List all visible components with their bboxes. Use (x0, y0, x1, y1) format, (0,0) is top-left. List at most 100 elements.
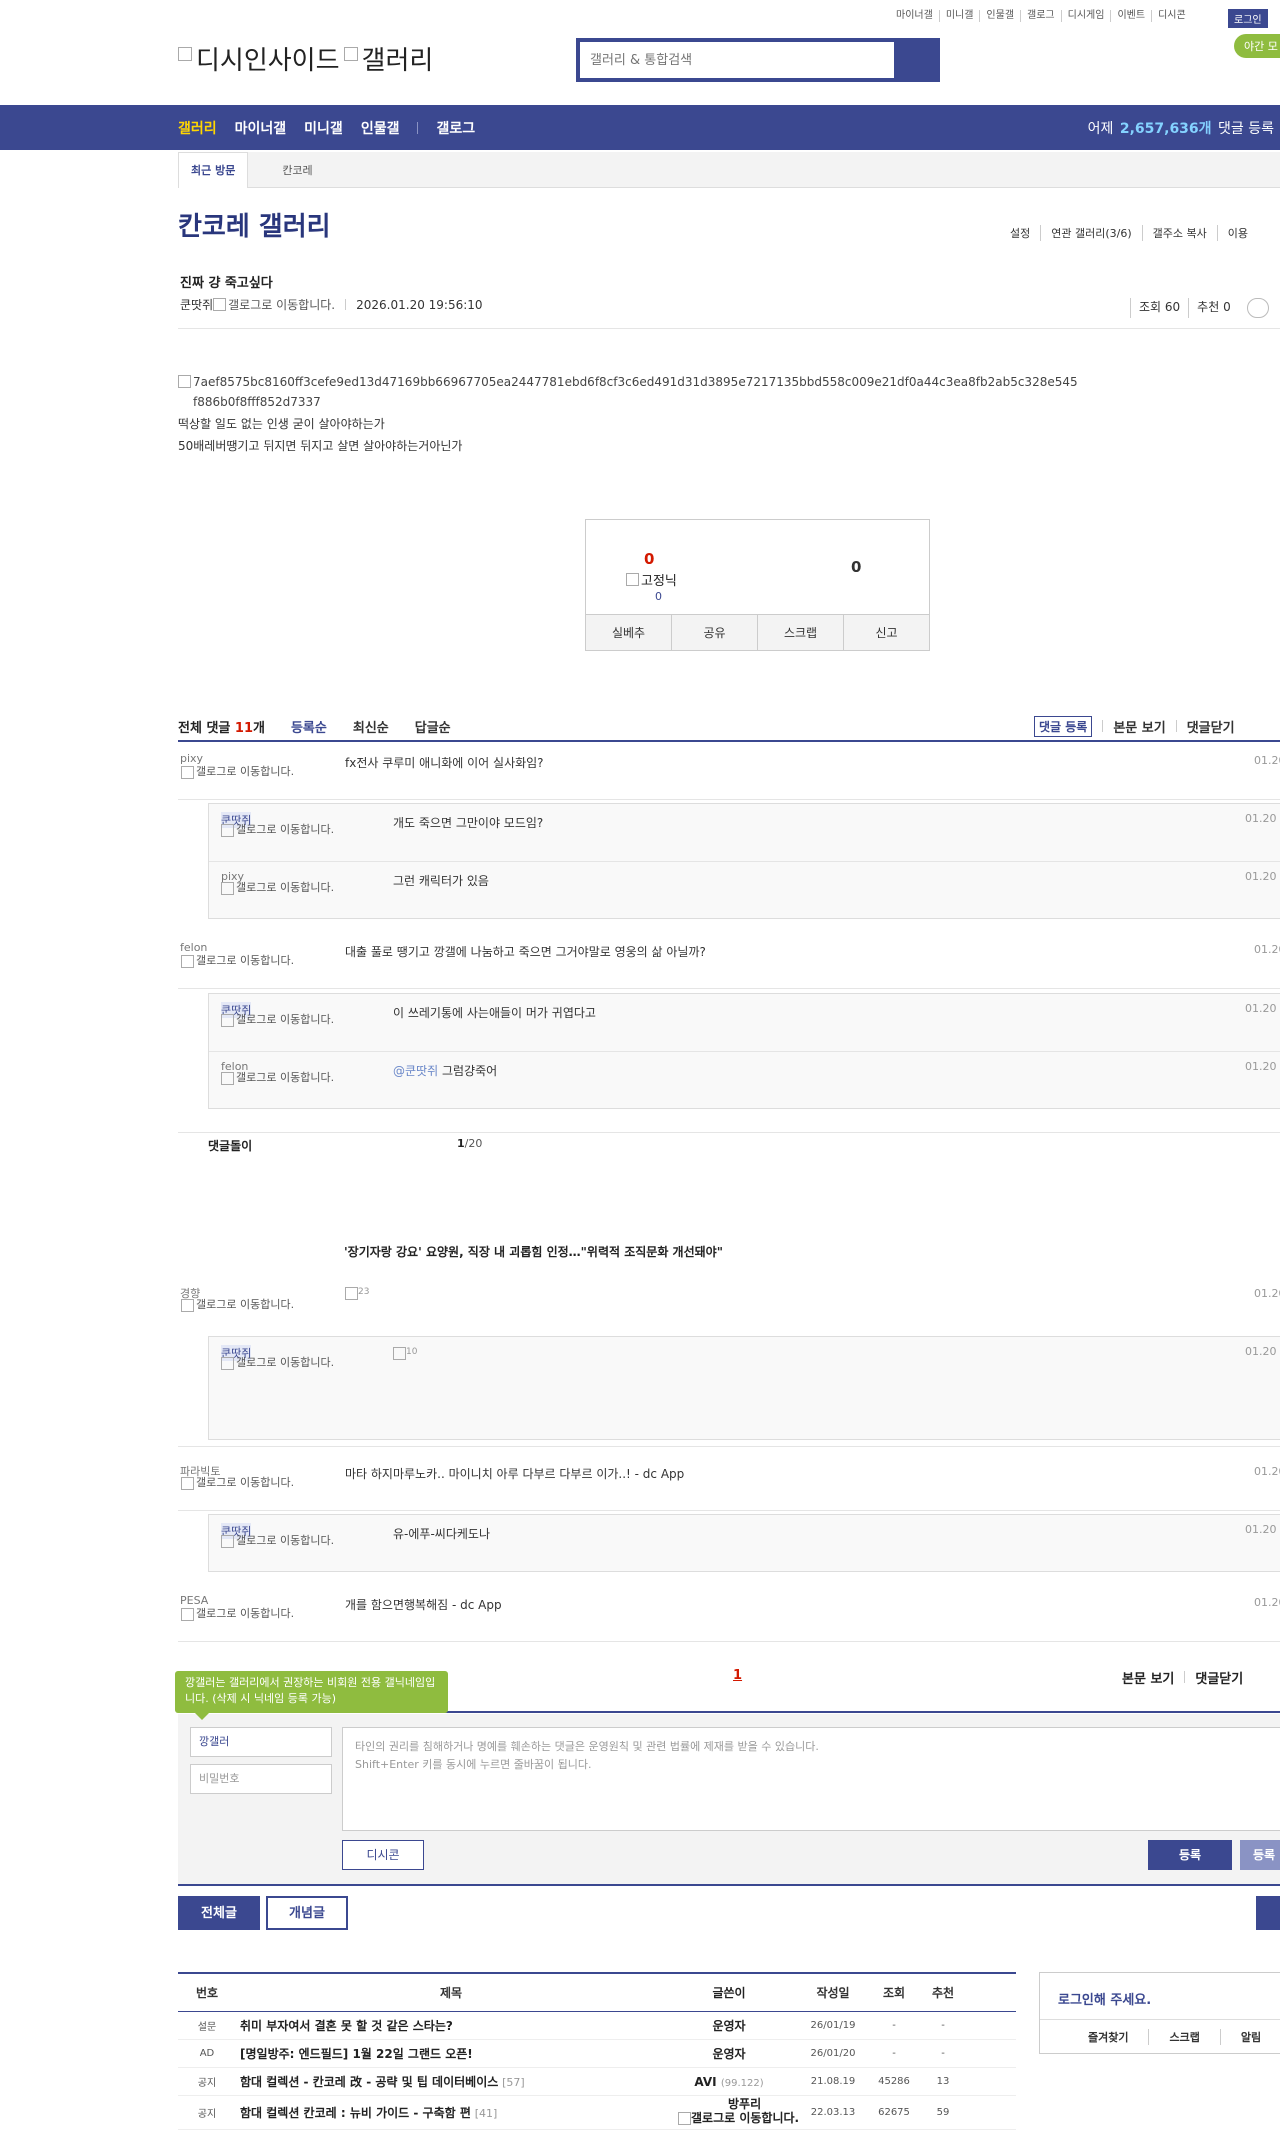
comment-time: 01.20 (1254, 754, 1280, 767)
row-writer[interactable]: 운영자 (662, 2045, 796, 2062)
comment-jump-button[interactable] (1246, 298, 1269, 318)
nickname-input[interactable]: 깡갤러 (190, 1727, 332, 1757)
tab-all-posts[interactable]: 전체글 (178, 1896, 260, 1930)
sort-replies[interactable]: 답글순 (415, 717, 451, 736)
search-input[interactable] (580, 42, 894, 78)
gnb-item-mini[interactable]: 미니갤 (304, 118, 343, 138)
notification-link[interactable]: 알림 (1221, 2029, 1280, 2045)
gallog-link[interactable]: 갤로그로 이동합니다. (221, 1014, 351, 1027)
dccon-button[interactable]: 디시콘 (342, 1840, 424, 1870)
gallog-link[interactable]: 갤로그로 이동합니다. (221, 882, 351, 895)
gallog-link[interactable]: 갤로그로 이동합니다. (221, 1357, 351, 1370)
reply-item: pixy 갤로그로 이동합니다. 그런 캐릭터가 있음 01.20 2 (209, 862, 1280, 918)
gnb-stat: 어제 2,657,636개 댓글 등록 (1088, 105, 1274, 150)
comment-textarea[interactable]: 타인의 권리를 침해하거나 명예를 훼손하는 댓글은 운영원칙 및 관련 법률에… (342, 1727, 1280, 1831)
row-writer[interactable]: AVI (99.122) (662, 2075, 796, 2089)
reply-mention[interactable]: @쿤땃쥐 (393, 1064, 438, 1078)
row-title[interactable]: 함대 컬렉션 칸코레 : 뉴비 가이드 - 구축함 편 [41] (236, 2104, 662, 2121)
gallog-alt: 갤로그로 이동합니다. (196, 954, 295, 967)
divider (1184, 1671, 1186, 1683)
row-writer-fixed[interactable]: 방푸리 갤로그로 이동합니다. (678, 2098, 799, 2125)
downvote-count[interactable]: 0 (851, 558, 861, 576)
view-body-button[interactable]: 본문 보기 (1113, 717, 1165, 736)
comment-bot-pager[interactable]: 1/20 (457, 1137, 482, 1150)
gallog-link[interactable]: 갤로그로 이동합니다. (221, 824, 351, 837)
gallog-link[interactable]: 갤로그로 이동합니다. (181, 1477, 311, 1490)
gallog-link[interactable]: 갤로그로 이동합니다. (213, 296, 335, 313)
row-title[interactable]: 함대 컬렉션 - 칸코레 改 - 공략 및 팁 데이터베이스 [57] (236, 2073, 662, 2090)
post-image: 7aef8575bc8160ff3cefe9ed13d47169bb669677… (178, 372, 1078, 412)
recent-item[interactable]: 칸코레 (282, 162, 312, 178)
login-button[interactable]: 로그인 (1228, 9, 1268, 28)
silbechu-button[interactable]: 실베추 (586, 615, 672, 650)
gnb-item-gallog[interactable]: 갤로그 (436, 118, 475, 138)
sort-registered[interactable]: 등록순 (291, 717, 327, 736)
close-comments-button[interactable]: 댓글닫기 (1187, 717, 1235, 736)
broken-image-icon (181, 955, 194, 968)
option-settings[interactable]: 설정 (1000, 225, 1042, 241)
site-logo[interactable]: 디시인사이드 갤러리 (178, 40, 433, 77)
report-button[interactable]: 신고 (844, 615, 929, 650)
top-link-minor[interactable]: 마이너갤 (890, 10, 940, 22)
broken-image-icon (343, 46, 358, 61)
option-usage[interactable]: 이용 (1218, 225, 1258, 241)
gallog-link[interactable]: 갤로그로 이동합니다. (181, 1299, 311, 1312)
gallog-link[interactable]: 갤로그로 이동합니다. (221, 1535, 351, 1548)
reply-text: 그런 캐릭터가 있음 (393, 874, 489, 888)
login-prompt[interactable]: 로그인해 주세요. (1058, 1989, 1151, 2008)
table-row[interactable]: 설문 취미 부자여서 결혼 못 할 것 같은 스타는? 운영자 26/01/19… (178, 2012, 1016, 2040)
comment-register-button[interactable]: 댓글 등록 (1034, 715, 1093, 737)
gallog-link[interactable]: 갤로그로 이동합니다. (181, 766, 311, 779)
search-button[interactable] (894, 42, 936, 78)
scrap-link[interactable]: 스크랩 (1149, 2029, 1221, 2045)
option-copy-url[interactable]: 갤주소 복사 (1143, 225, 1218, 241)
scrap-button[interactable]: 스크랩 (758, 615, 844, 650)
gnb-item-person[interactable]: 인물갤 (361, 118, 400, 138)
broken-image-icon (393, 1347, 406, 1360)
sort-latest[interactable]: 최신순 (353, 717, 389, 736)
gallog-link[interactable]: 갤로그로 이동합니다. (221, 1072, 351, 1085)
close-comments-button[interactable]: 댓글닫기 (1195, 1668, 1243, 1687)
gallog-link[interactable]: 갤로그로 이동합니다. (678, 2112, 799, 2125)
news-headline[interactable]: '장기자랑 강요' 요양원, 직장 내 괴롭힘 인정…"위력적 조직문화 개선돼… (344, 1243, 723, 1260)
upvote-count[interactable]: 0 (644, 550, 654, 568)
row-writer[interactable]: 운영자 (662, 2017, 796, 2034)
write-post-button[interactable] (1256, 1896, 1280, 1930)
gnb-item-minor[interactable]: 마이너갤 (235, 118, 287, 138)
table-row[interactable]: 공지 함대 컬렉션 - 칸코레 改 - 공략 및 팁 데이터베이스 [57] A… (178, 2068, 1016, 2096)
gnb-item-gallery[interactable]: 갤러리 (178, 118, 217, 138)
comment-nick[interactable]: PESA (180, 1594, 208, 1607)
bookmark-link[interactable]: 즐겨찾기 (1040, 2029, 1150, 2045)
gallery-title[interactable]: 칸코레 갤러리 (178, 206, 331, 243)
top-link-dccon[interactable]: 디시콘 (1152, 10, 1192, 22)
night-mode-button[interactable]: 야간 모 (1234, 34, 1280, 58)
reply-text-body: 그럼걍죽어 (441, 1064, 498, 1078)
top-link-mini[interactable]: 미니갤 (940, 10, 981, 22)
comment-nick[interactable]: felon (180, 941, 207, 954)
post-author[interactable]: 쿤땃쥐 (180, 296, 213, 313)
reply-time: 01.20 2 (1245, 870, 1280, 883)
top-link-person[interactable]: 인물갤 (980, 10, 1022, 22)
row-title[interactable]: [명일방주: 엔드필드] 1월 22일 그랜드 오픈! (236, 2045, 662, 2062)
textarea-hint: Shift+Enter 키를 동시에 누르면 줄바꿈이 됩니다. (355, 1758, 592, 1771)
top-link-event[interactable]: 이벤트 (1111, 10, 1153, 22)
comment-nick[interactable]: pixy (180, 752, 203, 765)
top-link-game[interactable]: 디시게임 (1062, 10, 1112, 22)
table-row[interactable]: 공지 함대 컬렉션 칸코레 : 뉴비 가이드 - 구축함 편 [41] 22.0… (178, 2096, 1016, 2130)
comment-page-link[interactable]: 1 (733, 1668, 742, 1683)
submit-reco-button[interactable]: 등록 (1240, 1840, 1280, 1870)
view-body-button[interactable]: 본문 보기 (1122, 1668, 1174, 1687)
password-input[interactable]: 비밀번호 (190, 1764, 332, 1794)
share-button[interactable]: 공유 (672, 615, 758, 650)
gallog-alt: 갤로그로 이동합니다. (196, 1476, 295, 1489)
tab-concept-posts[interactable]: 개념글 (266, 1896, 348, 1930)
option-related[interactable]: 연관 갤러리(3/6) (1041, 225, 1143, 241)
gallog-link[interactable]: 갤로그로 이동합니다. (181, 955, 311, 968)
gallog-link[interactable]: 갤로그로 이동합니다. (181, 1608, 311, 1621)
submit-button[interactable]: 등록 (1148, 1840, 1232, 1870)
recent-tab[interactable]: 최근 방문 (178, 151, 249, 188)
top-link-gallog[interactable]: 갤로그 (1021, 10, 1062, 22)
row-title[interactable]: 취미 부자여서 결혼 못 할 것 같은 스타는? (236, 2017, 662, 2034)
post-meta: 쿤땃쥐 갤로그로 이동합니다. 2026.01.20 19:56:10 (180, 296, 483, 313)
table-row[interactable]: AD [명일방주: 엔드필드] 1월 22일 그랜드 오픈! 운영자 26/01… (178, 2040, 1016, 2068)
